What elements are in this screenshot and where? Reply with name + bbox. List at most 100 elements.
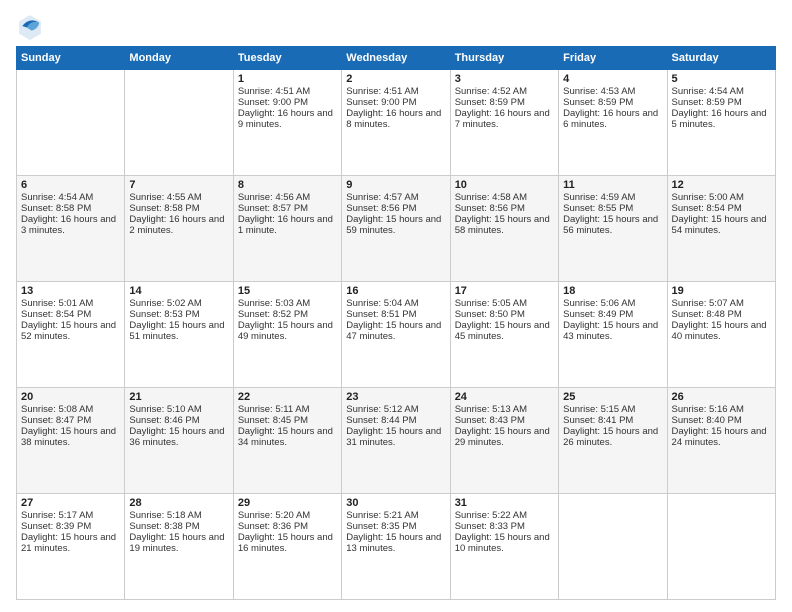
day-info: Sunrise: 4:59 AM xyxy=(563,192,662,203)
calendar-cell: 19Sunrise: 5:07 AMSunset: 8:48 PMDayligh… xyxy=(667,282,775,388)
day-info: Sunrise: 4:52 AM xyxy=(455,86,554,97)
day-info: Daylight: 16 hours and 3 minutes. xyxy=(21,214,120,236)
week-row-3: 13Sunrise: 5:01 AMSunset: 8:54 PMDayligh… xyxy=(17,282,776,388)
day-info: Sunrise: 5:13 AM xyxy=(455,404,554,415)
day-number: 1 xyxy=(238,73,337,85)
calendar-cell xyxy=(125,70,233,176)
day-number: 5 xyxy=(672,73,771,85)
day-info: Sunset: 8:47 PM xyxy=(21,415,120,426)
day-number: 17 xyxy=(455,285,554,297)
day-info: Sunrise: 5:06 AM xyxy=(563,298,662,309)
day-info: Sunrise: 4:58 AM xyxy=(455,192,554,203)
calendar-cell: 26Sunrise: 5:16 AMSunset: 8:40 PMDayligh… xyxy=(667,388,775,494)
calendar-cell: 15Sunrise: 5:03 AMSunset: 8:52 PMDayligh… xyxy=(233,282,341,388)
day-info: Daylight: 15 hours and 19 minutes. xyxy=(129,532,228,554)
day-info: Sunset: 8:41 PM xyxy=(563,415,662,426)
day-number: 11 xyxy=(563,179,662,191)
day-info: Sunset: 8:39 PM xyxy=(21,521,120,532)
day-info: Sunrise: 4:57 AM xyxy=(346,192,445,203)
logo-icon xyxy=(16,12,44,40)
calendar-cell: 24Sunrise: 5:13 AMSunset: 8:43 PMDayligh… xyxy=(450,388,558,494)
day-info: Sunset: 8:38 PM xyxy=(129,521,228,532)
day-info: Sunrise: 5:00 AM xyxy=(672,192,771,203)
calendar-cell: 3Sunrise: 4:52 AMSunset: 8:59 PMDaylight… xyxy=(450,70,558,176)
week-row-2: 6Sunrise: 4:54 AMSunset: 8:58 PMDaylight… xyxy=(17,176,776,282)
day-info: Daylight: 15 hours and 24 minutes. xyxy=(672,426,771,448)
day-info: Sunrise: 4:54 AM xyxy=(672,86,771,97)
calendar-cell xyxy=(17,70,125,176)
header xyxy=(16,12,776,40)
day-number: 29 xyxy=(238,497,337,509)
calendar-cell: 10Sunrise: 4:58 AMSunset: 8:56 PMDayligh… xyxy=(450,176,558,282)
day-info: Sunset: 8:45 PM xyxy=(238,415,337,426)
day-info: Daylight: 15 hours and 26 minutes. xyxy=(563,426,662,448)
day-number: 12 xyxy=(672,179,771,191)
day-info: Sunset: 8:43 PM xyxy=(455,415,554,426)
day-info: Sunset: 8:56 PM xyxy=(346,203,445,214)
day-header-sunday: Sunday xyxy=(17,47,125,70)
day-number: 20 xyxy=(21,391,120,403)
day-info: Daylight: 16 hours and 6 minutes. xyxy=(563,108,662,130)
day-info: Daylight: 15 hours and 56 minutes. xyxy=(563,214,662,236)
calendar-cell: 1Sunrise: 4:51 AMSunset: 9:00 PMDaylight… xyxy=(233,70,341,176)
day-info: Daylight: 15 hours and 21 minutes. xyxy=(21,532,120,554)
day-info: Sunrise: 4:54 AM xyxy=(21,192,120,203)
day-info: Sunrise: 5:21 AM xyxy=(346,510,445,521)
day-number: 22 xyxy=(238,391,337,403)
calendar-cell: 2Sunrise: 4:51 AMSunset: 9:00 PMDaylight… xyxy=(342,70,450,176)
day-number: 6 xyxy=(21,179,120,191)
day-info: Daylight: 15 hours and 54 minutes. xyxy=(672,214,771,236)
calendar-cell: 5Sunrise: 4:54 AMSunset: 8:59 PMDaylight… xyxy=(667,70,775,176)
day-info: Sunrise: 5:03 AM xyxy=(238,298,337,309)
calendar-cell: 23Sunrise: 5:12 AMSunset: 8:44 PMDayligh… xyxy=(342,388,450,494)
day-info: Sunset: 8:58 PM xyxy=(21,203,120,214)
day-info: Sunset: 8:40 PM xyxy=(672,415,771,426)
day-number: 14 xyxy=(129,285,228,297)
day-number: 23 xyxy=(346,391,445,403)
day-info: Sunset: 8:59 PM xyxy=(563,97,662,108)
day-info: Daylight: 16 hours and 7 minutes. xyxy=(455,108,554,130)
day-info: Sunset: 9:00 PM xyxy=(238,97,337,108)
day-number: 10 xyxy=(455,179,554,191)
day-number: 31 xyxy=(455,497,554,509)
calendar-cell: 16Sunrise: 5:04 AMSunset: 8:51 PMDayligh… xyxy=(342,282,450,388)
day-info: Sunrise: 4:56 AM xyxy=(238,192,337,203)
calendar-cell: 7Sunrise: 4:55 AMSunset: 8:58 PMDaylight… xyxy=(125,176,233,282)
calendar-body: 1Sunrise: 4:51 AMSunset: 9:00 PMDaylight… xyxy=(17,70,776,600)
calendar-cell: 21Sunrise: 5:10 AMSunset: 8:46 PMDayligh… xyxy=(125,388,233,494)
calendar-cell: 17Sunrise: 5:05 AMSunset: 8:50 PMDayligh… xyxy=(450,282,558,388)
calendar-cell: 20Sunrise: 5:08 AMSunset: 8:47 PMDayligh… xyxy=(17,388,125,494)
day-number: 7 xyxy=(129,179,228,191)
day-info: Sunset: 8:55 PM xyxy=(563,203,662,214)
day-info: Sunset: 9:00 PM xyxy=(346,97,445,108)
day-info: Sunset: 8:48 PM xyxy=(672,309,771,320)
day-number: 13 xyxy=(21,285,120,297)
calendar-cell: 22Sunrise: 5:11 AMSunset: 8:45 PMDayligh… xyxy=(233,388,341,494)
day-info: Daylight: 15 hours and 40 minutes. xyxy=(672,320,771,342)
calendar-cell: 31Sunrise: 5:22 AMSunset: 8:33 PMDayligh… xyxy=(450,494,558,600)
day-info: Sunset: 8:44 PM xyxy=(346,415,445,426)
day-info: Sunset: 8:54 PM xyxy=(672,203,771,214)
day-info: Sunrise: 5:08 AM xyxy=(21,404,120,415)
day-header-wednesday: Wednesday xyxy=(342,47,450,70)
calendar-cell: 29Sunrise: 5:20 AMSunset: 8:36 PMDayligh… xyxy=(233,494,341,600)
day-info: Sunrise: 5:16 AM xyxy=(672,404,771,415)
header-row: SundayMondayTuesdayWednesdayThursdayFrid… xyxy=(17,47,776,70)
day-info: Sunset: 8:50 PM xyxy=(455,309,554,320)
calendar-cell: 27Sunrise: 5:17 AMSunset: 8:39 PMDayligh… xyxy=(17,494,125,600)
day-info: Daylight: 15 hours and 52 minutes. xyxy=(21,320,120,342)
day-number: 3 xyxy=(455,73,554,85)
day-info: Daylight: 15 hours and 34 minutes. xyxy=(238,426,337,448)
calendar-header: SundayMondayTuesdayWednesdayThursdayFrid… xyxy=(17,47,776,70)
day-info: Sunrise: 5:22 AM xyxy=(455,510,554,521)
calendar-cell: 28Sunrise: 5:18 AMSunset: 8:38 PMDayligh… xyxy=(125,494,233,600)
day-info: Daylight: 15 hours and 38 minutes. xyxy=(21,426,120,448)
day-number: 19 xyxy=(672,285,771,297)
day-info: Sunrise: 5:05 AM xyxy=(455,298,554,309)
day-number: 9 xyxy=(346,179,445,191)
day-header-friday: Friday xyxy=(559,47,667,70)
day-info: Sunrise: 5:15 AM xyxy=(563,404,662,415)
day-info: Sunset: 8:56 PM xyxy=(455,203,554,214)
day-info: Sunrise: 5:17 AM xyxy=(21,510,120,521)
day-info: Sunset: 8:49 PM xyxy=(563,309,662,320)
